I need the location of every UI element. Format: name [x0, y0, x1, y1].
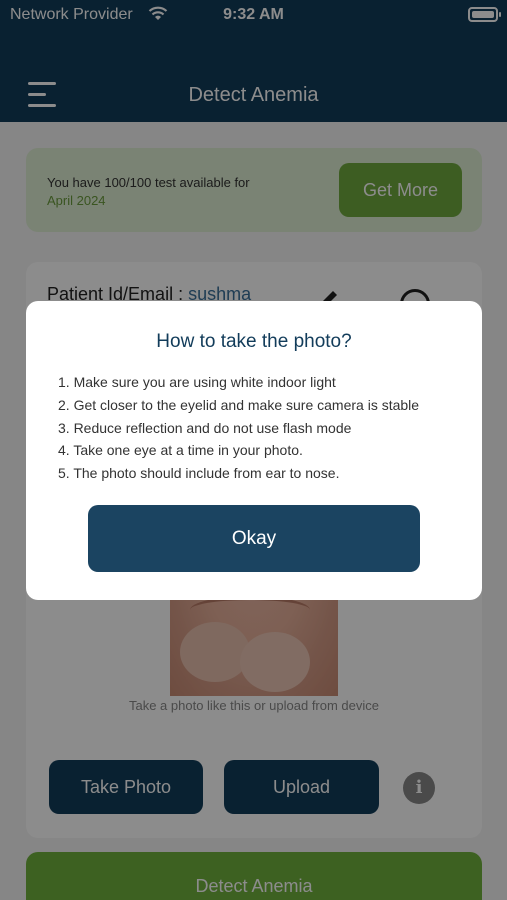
instruction-list: 1. Make sure you are using white indoor … [58, 371, 419, 485]
instruction-step: 5. The photo should include from ear to … [58, 465, 340, 481]
instruction-step: 2. Get closer to the eyelid and make sur… [58, 396, 420, 413]
instruction-step: 4. Take one eye at a time in your photo. [58, 442, 303, 459]
instruction-step: 3. Reduce reflection and do not use flas… [58, 419, 352, 436]
dialog-title: How to take the photo? [156, 331, 352, 352]
okay-button[interactable]: Okay [88, 505, 420, 572]
instruction-step: 1. Make sure you are using white indoor … [58, 374, 336, 390]
photo-instructions-dialog: How to take the photo? 1. Make sure you … [26, 301, 482, 600]
